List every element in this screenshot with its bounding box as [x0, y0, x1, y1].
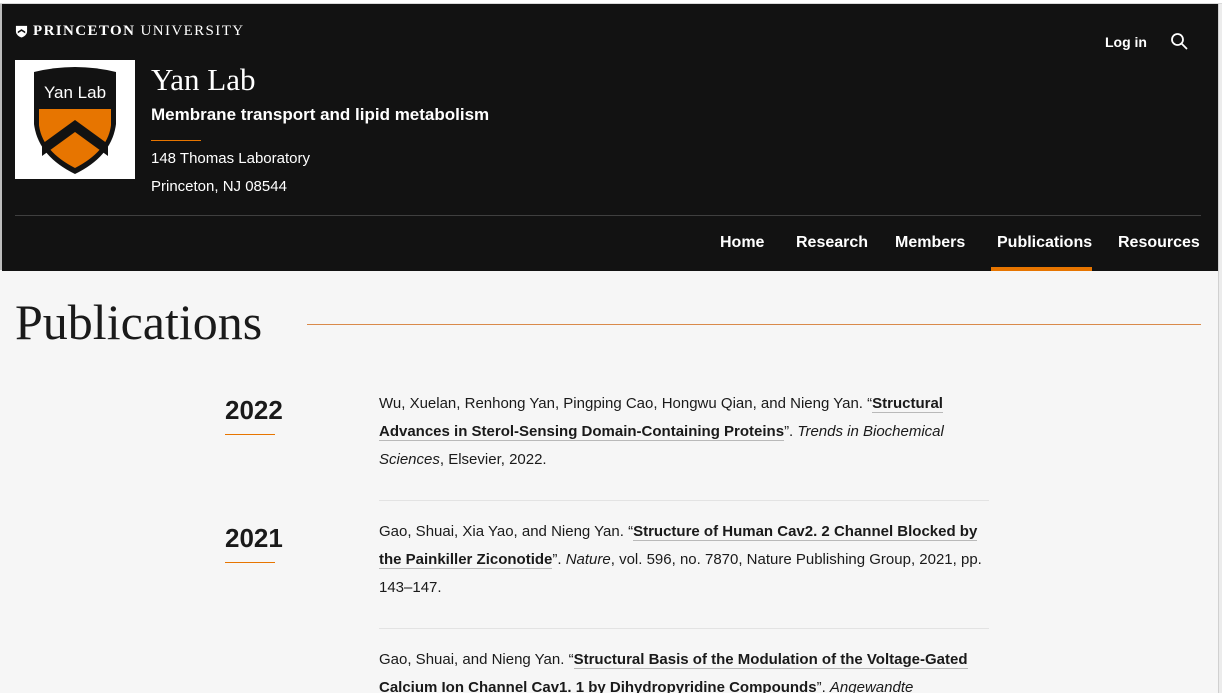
princeton-university-wordmark[interactable]: PRINCETON UNIVERSITY: [15, 23, 245, 40]
yan-lab-shield-logo: Yan Lab: [34, 66, 116, 174]
title-rule: [307, 324, 1201, 325]
publication-entry: Gao, Shuai, and Nieng Yan. “Structural B…: [379, 646, 989, 693]
pub-authors: Wu, Xuelan, Renhong Yan, Pingping Cao, H…: [379, 395, 873, 412]
nav-item-home[interactable]: Home: [720, 234, 764, 252]
year-heading-2022: 2022: [225, 395, 283, 425]
pub-title-close: ”.: [816, 679, 830, 693]
pub-authors: Gao, Shuai, Xia Yao, and Nieng Yan. “: [379, 523, 634, 540]
entry-separator: [379, 500, 989, 501]
subtitle-divider: [151, 140, 201, 141]
entry-separator: [379, 628, 989, 629]
pub-title-close: ”.: [552, 551, 566, 568]
pub-journal: Angewandte: [829, 679, 914, 693]
university-name: PRINCETON UNIVERSITY: [33, 23, 245, 39]
lab-logo[interactable]: Yan Lab: [15, 60, 135, 179]
pub-title-close: ”.: [784, 423, 798, 440]
nav-item-members[interactable]: Members: [895, 234, 965, 252]
main-nav: Home Research Members Publications Resou…: [2, 216, 1218, 271]
nav-item-research[interactable]: Research: [796, 234, 868, 252]
nav-item-publications[interactable]: Publications: [997, 234, 1092, 252]
year-underline: [225, 562, 275, 563]
publication-entry: Wu, Xuelan, Renhong Yan, Pingping Cao, H…: [379, 390, 989, 474]
login-link[interactable]: Log in: [1105, 34, 1147, 50]
lab-subtitle: Membrane transport and lipid metabolism: [151, 105, 490, 124]
pub-authors: Gao, Shuai, and Nieng Yan. “: [379, 651, 574, 668]
princeton-shield-icon: [15, 25, 28, 38]
address-line-2: Princeton, NJ 08544: [151, 178, 287, 195]
year-underline: [225, 434, 275, 435]
page-title: Publications: [15, 294, 263, 350]
logo-text: Yan Lab: [44, 83, 106, 102]
nav-item-resources[interactable]: Resources: [1118, 234, 1200, 252]
lab-title[interactable]: Yan Lab: [151, 62, 256, 98]
address-line-1: 148 Thomas Laboratory: [151, 150, 310, 167]
publication-entry: Gao, Shuai, Xia Yao, and Nieng Yan. “Str…: [379, 518, 989, 602]
window-scrollbar-track[interactable]: [1218, 4, 1222, 693]
year-heading-2021: 2021: [225, 523, 283, 553]
pub-details: , Elsevier, 2022.: [439, 451, 547, 468]
active-nav-indicator: [991, 267, 1092, 271]
site-header: PRINCETON UNIVERSITY Log in Yan Lab Yan …: [2, 4, 1218, 271]
pub-journal: Nature: [565, 551, 611, 568]
search-icon[interactable]: [1170, 32, 1188, 50]
